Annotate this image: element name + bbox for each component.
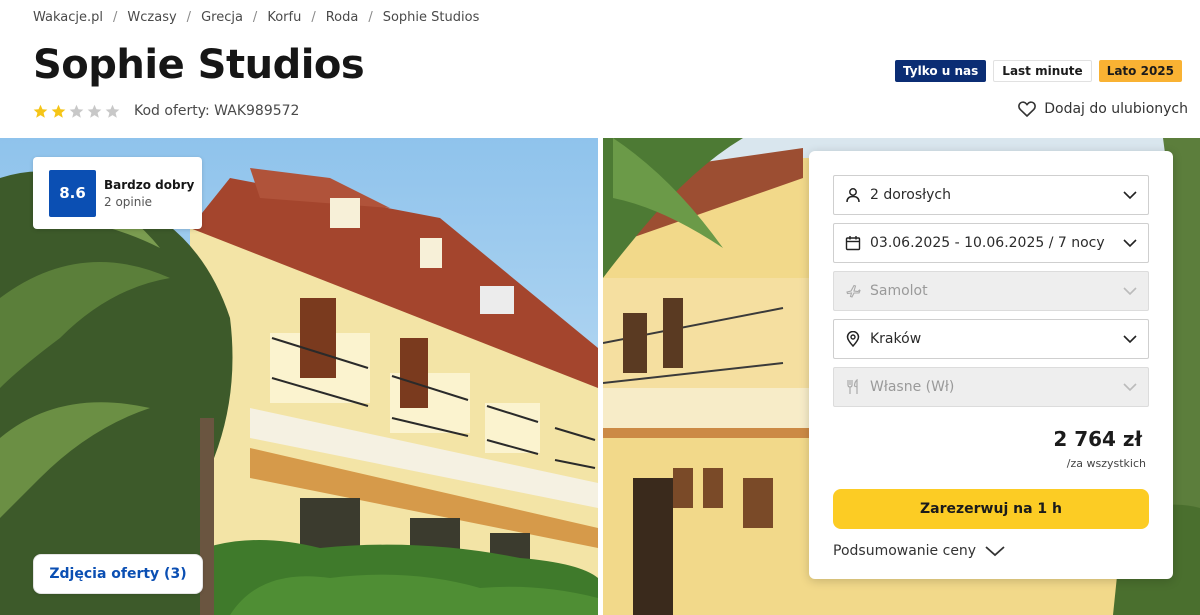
- location-pin-icon: [844, 330, 862, 348]
- breadcrumb-separator: /: [113, 9, 118, 25]
- breadcrumb: Wakacje.pl / Wczasy / Grecja / Korfu / R…: [33, 8, 479, 26]
- badges: Tylko u nas Last minute Lato 2025: [895, 60, 1182, 82]
- breadcrumb-item-wczasy[interactable]: Wczasy: [127, 10, 176, 25]
- star-empty-icon: [105, 104, 120, 118]
- breadcrumb-item-roda[interactable]: Roda: [326, 10, 359, 25]
- star-filled-icon: [33, 104, 48, 118]
- offer-code: Kod oferty: WAK989572: [134, 103, 300, 119]
- booking-panel: 2 dorosłych 03.06.2025 - 10.06.2025 / 7 …: [809, 151, 1173, 579]
- star-empty-icon: [69, 104, 84, 118]
- price-summary-toggle[interactable]: Podsumowanie ceny: [833, 543, 1006, 559]
- breadcrumb-item-wakacje[interactable]: Wakacje.pl: [33, 10, 103, 25]
- page-title: Sophie Studios: [33, 42, 365, 88]
- total-price: 2 764 zł: [1053, 427, 1142, 451]
- breadcrumb-item-current: Sophie Studios: [382, 9, 480, 25]
- chevron-down-icon: [1123, 191, 1137, 200]
- transport-select: Samolot: [833, 271, 1149, 311]
- badge-last-minute: Last minute: [993, 60, 1092, 82]
- chevron-down-icon: [1123, 335, 1137, 344]
- cutlery-icon: [844, 378, 862, 396]
- departure-value: Kraków: [870, 331, 922, 347]
- breadcrumb-separator: /: [368, 9, 373, 25]
- departure-select[interactable]: Kraków: [833, 319, 1149, 359]
- person-icon: [844, 186, 862, 204]
- review-score-card[interactable]: 8.6 Bardzo dobry 2 opinie: [33, 157, 202, 229]
- favorite-label: Dodaj do ulubionych: [1044, 101, 1188, 117]
- price-note: /za wszystkich: [1066, 457, 1146, 470]
- review-score-text: Bardzo dobry 2 opinie: [104, 178, 194, 209]
- star-rating: [33, 104, 120, 119]
- star-filled-icon: [51, 104, 66, 118]
- breadcrumb-separator: /: [186, 9, 192, 25]
- heart-icon: [1018, 101, 1037, 117]
- board-select: Własne (Wł): [833, 367, 1149, 407]
- chevron-down-icon: [1123, 383, 1137, 392]
- rating-row: Kod oferty: WAK989572: [33, 101, 299, 121]
- review-score-value: 8.6: [49, 169, 96, 217]
- star-empty-icon: [87, 104, 102, 118]
- board-value: Własne (Wł): [870, 379, 955, 395]
- chevron-down-icon: [985, 546, 1005, 557]
- dates-value: 03.06.2025 - 10.06.2025 / 7 nocy: [870, 235, 1105, 251]
- chevron-down-icon: [1123, 239, 1137, 248]
- price-summary-label: Podsumowanie ceny: [833, 543, 977, 559]
- breadcrumb-item-grecja[interactable]: Grecja: [201, 10, 243, 25]
- travelers-select[interactable]: 2 dorosłych: [833, 175, 1149, 215]
- badge-exclusive: Tylko u nas: [895, 60, 987, 82]
- breadcrumb-item-korfu[interactable]: Korfu: [267, 10, 301, 25]
- breadcrumb-separator: /: [311, 9, 316, 25]
- plane-icon: [844, 282, 862, 300]
- offer-photos-button[interactable]: Zdjęcia oferty (3): [33, 554, 203, 594]
- review-score-label: Bardzo dobry: [104, 177, 195, 192]
- add-to-favorites-button[interactable]: Dodaj do ulubionych: [1018, 101, 1188, 117]
- book-button[interactable]: Zarezerwuj na 1 h: [833, 489, 1149, 529]
- review-count: 2 opinie: [104, 194, 153, 209]
- calendar-icon: [844, 234, 862, 252]
- badge-season: Lato 2025: [1098, 60, 1182, 82]
- transport-value: Samolot: [870, 283, 928, 299]
- chevron-down-icon: [1123, 287, 1137, 296]
- breadcrumb-separator: /: [252, 9, 258, 25]
- travelers-value: 2 dorosłych: [870, 187, 951, 203]
- dates-select[interactable]: 03.06.2025 - 10.06.2025 / 7 nocy: [833, 223, 1149, 263]
